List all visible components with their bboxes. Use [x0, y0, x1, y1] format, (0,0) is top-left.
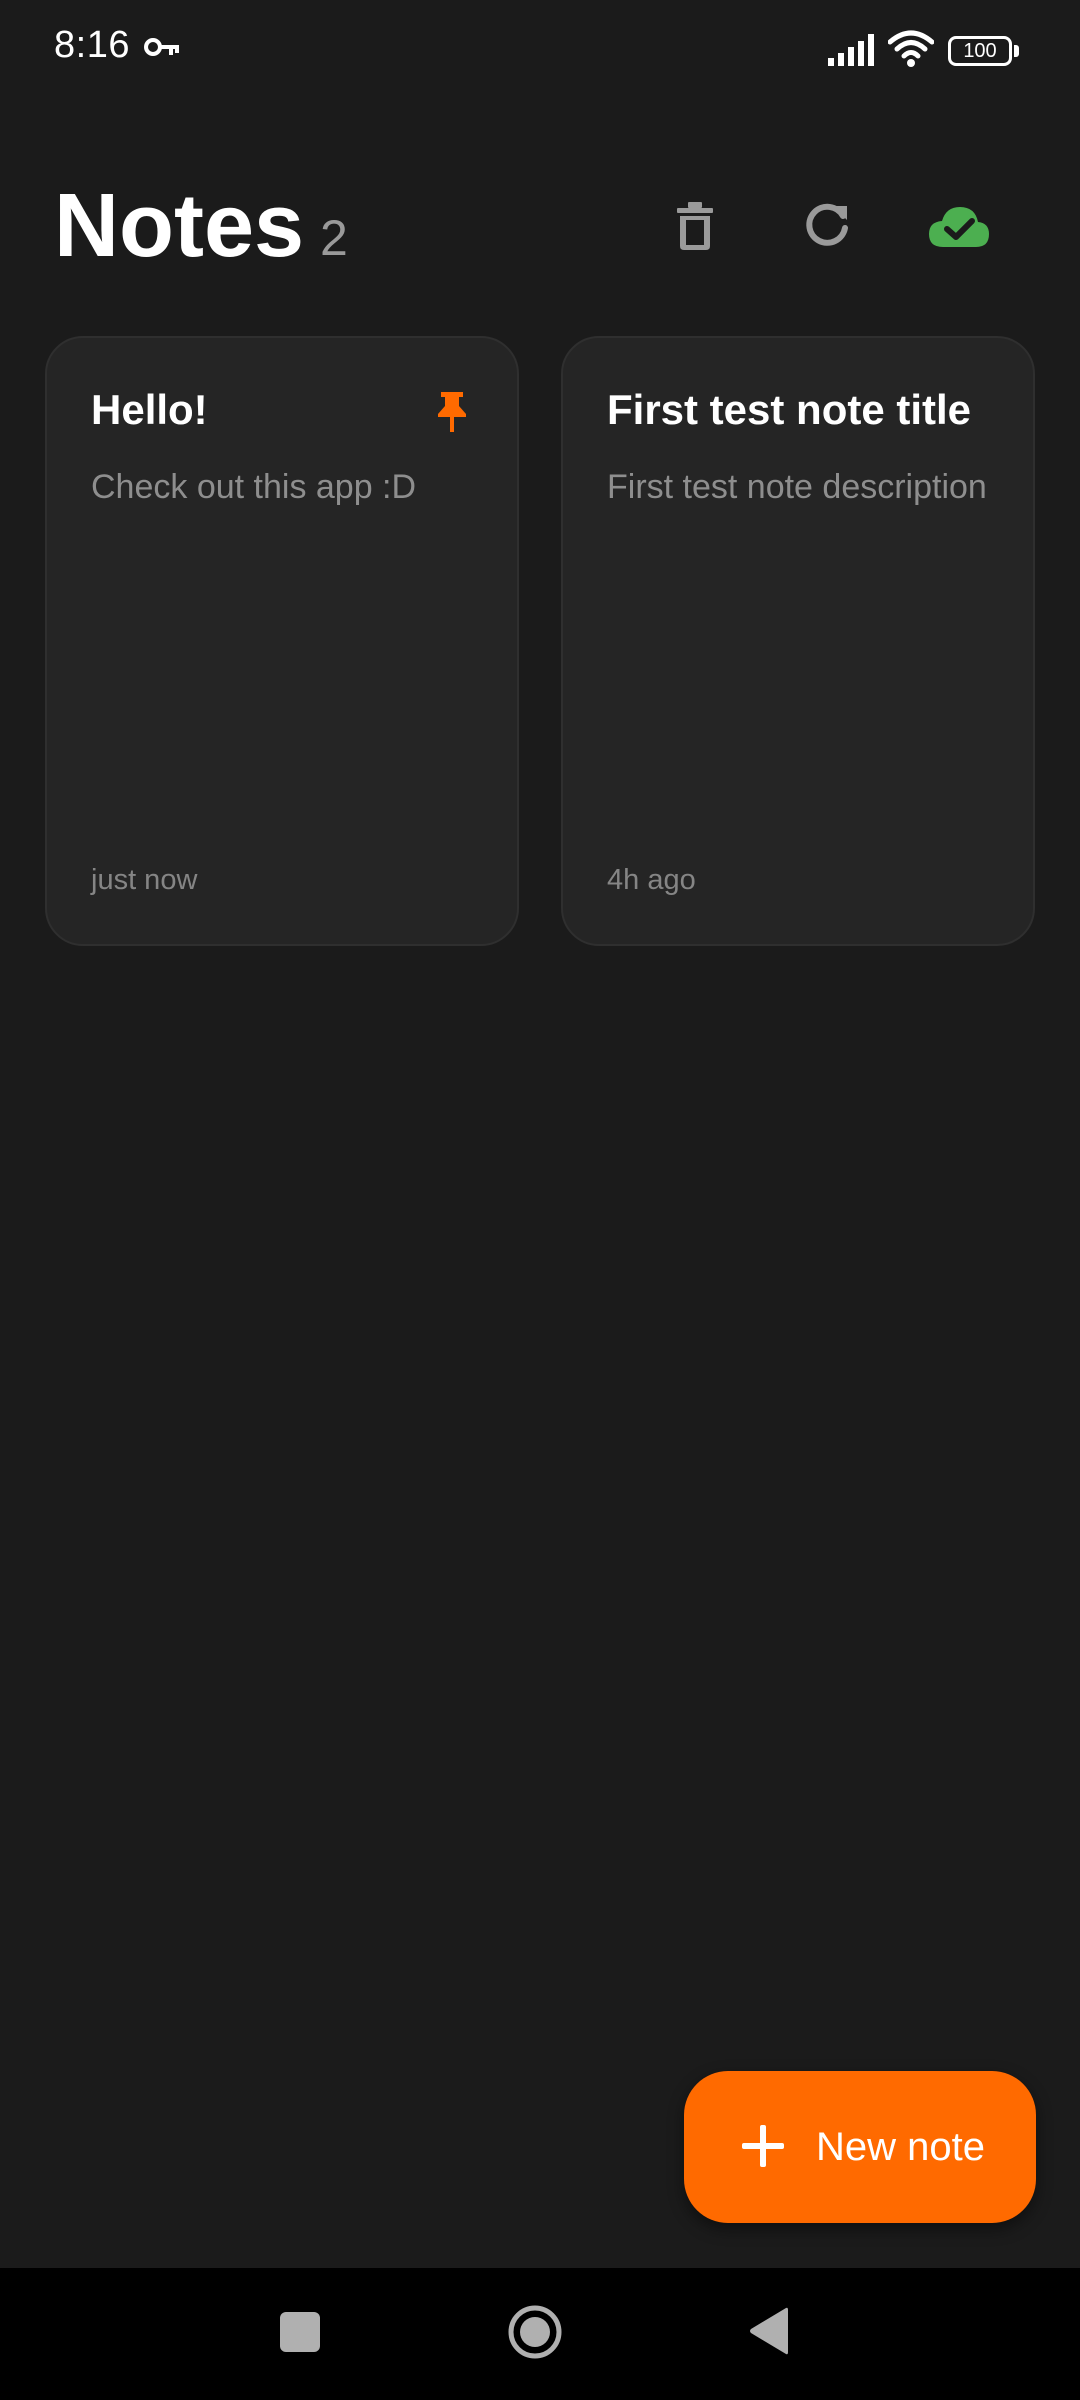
page-title: Notes: [54, 176, 305, 276]
note-title: Hello!: [91, 386, 208, 433]
note-title: First test note title: [607, 386, 972, 433]
notes-count: 2: [320, 210, 348, 266]
pin-icon: [437, 392, 467, 437]
delete-icon: [675, 201, 715, 255]
refresh-icon: [803, 202, 851, 255]
note-timestamp: just now: [91, 864, 198, 896]
refresh-button[interactable]: [779, 180, 875, 276]
status-time: 8:16: [54, 24, 130, 66]
note-card[interactable]: First test note title First test note de…: [561, 336, 1035, 946]
back-icon[interactable]: [748, 2306, 790, 2361]
status-bar: 8:16 100: [0, 0, 1080, 104]
plus-icon: [740, 2123, 786, 2174]
new-note-button[interactable]: New note: [684, 2071, 1036, 2223]
cellular-signal-icon: [828, 34, 876, 71]
vpn-key-icon: [144, 36, 180, 63]
wifi-icon: [887, 30, 935, 73]
recents-icon[interactable]: [280, 2312, 320, 2352]
system-navigation-bar: [0, 2268, 1080, 2400]
note-description: First test note description: [607, 468, 987, 506]
note-description: Check out this app :D: [91, 468, 417, 506]
home-icon[interactable]: [507, 2304, 563, 2360]
note-timestamp: 4h ago: [607, 864, 696, 896]
cloud-sync-done-icon: [927, 203, 991, 254]
delete-button[interactable]: [647, 180, 743, 276]
note-card[interactable]: Hello! Check out this app :D just now: [45, 336, 519, 946]
battery-level: 100: [963, 40, 997, 62]
cloud-sync-button[interactable]: [911, 180, 1007, 276]
new-note-label: New note: [816, 2125, 985, 2169]
